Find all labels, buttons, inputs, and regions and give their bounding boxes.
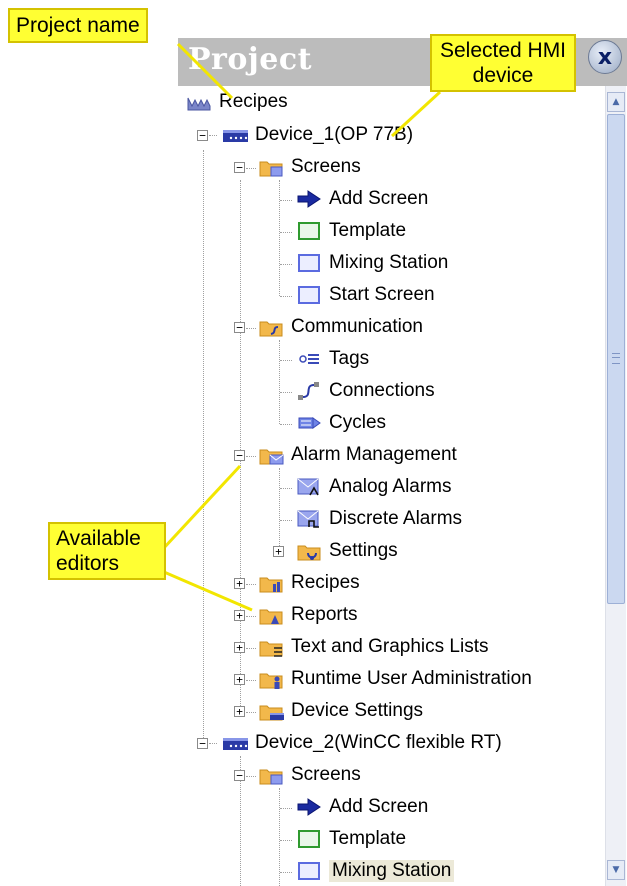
callout-available-editors: Available editors [48,522,166,580]
callout-selected-hmi-device: Selected HMI device [430,34,576,92]
callout-project-name: Project name [8,8,148,43]
callout-leader-lines [160,42,442,612]
